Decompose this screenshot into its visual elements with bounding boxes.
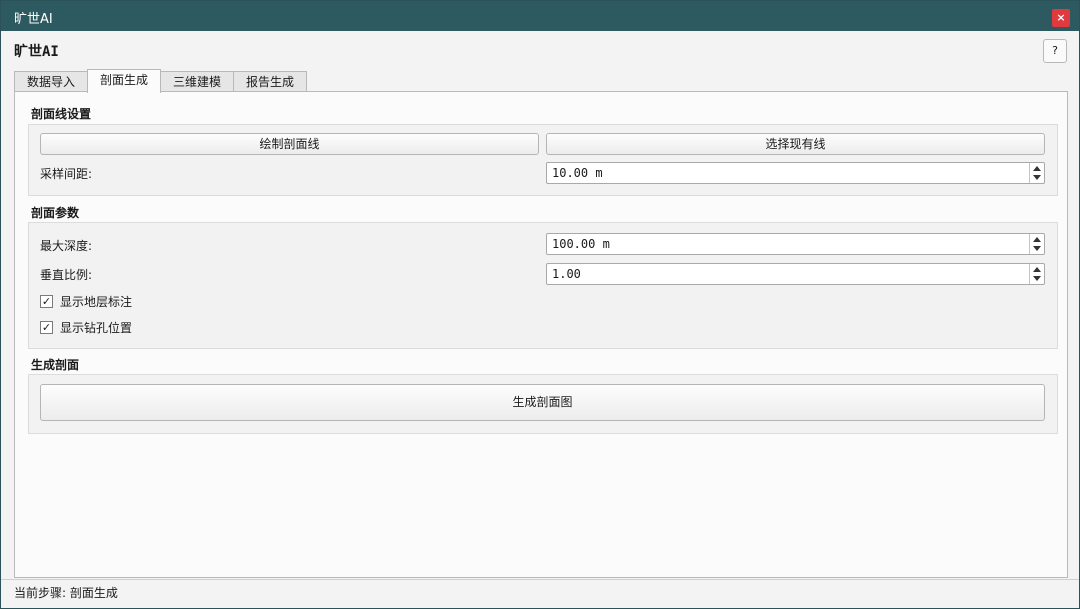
section-title-generate: 生成剖面: [31, 358, 80, 372]
vertical-scale-label: 垂直比例:: [40, 268, 93, 282]
title-bar[interactable]: 旷世AI ×: [1, 1, 1079, 31]
sampling-interval-spinbox[interactable]: 10.00 m: [546, 162, 1045, 184]
help-button[interactable]: ?: [1043, 39, 1067, 63]
show-layer-annotation-label: 显示地层标注: [60, 295, 133, 309]
tab-3d-modeling[interactable]: 三维建模: [160, 71, 235, 93]
spin-up-icon[interactable]: [1033, 237, 1041, 242]
spin-down-icon[interactable]: [1033, 276, 1041, 281]
window-title: 旷世AI: [14, 12, 53, 27]
sampling-interval-label: 采样间距:: [40, 167, 93, 181]
tab-bar: 数据导入 剖面生成 三维建模 报告生成: [14, 69, 308, 93]
spin-down-icon[interactable]: [1033, 246, 1041, 251]
close-button[interactable]: ×: [1052, 9, 1070, 27]
generate-profile-button[interactable]: 生成剖面图: [40, 384, 1045, 421]
profile-params-group: 最大深度: 100.00 m 垂直比例: 1.00 ✓ 显示地层标注 ✓ 显示钻…: [28, 222, 1058, 349]
select-existing-line-button[interactable]: 选择现有线: [546, 133, 1045, 155]
tab-report-generation[interactable]: 报告生成: [233, 71, 308, 93]
tab-panel: 剖面线设置 绘制剖面线 选择现有线 采样间距: 10.00 m 剖面参数 最大深…: [14, 91, 1068, 578]
status-bar-divider: [1, 579, 1079, 580]
max-depth-label: 最大深度:: [40, 239, 93, 253]
vertical-scale-spinbox[interactable]: 1.00: [546, 263, 1045, 285]
max-depth-value: 100.00 m: [552, 237, 610, 251]
tab-profile-generation[interactable]: 剖面生成: [87, 69, 162, 93]
vertical-scale-value: 1.00: [552, 267, 581, 281]
spin-up-icon[interactable]: [1033, 267, 1041, 272]
spin-arrows[interactable]: [1029, 264, 1044, 284]
show-layer-annotation-checkbox[interactable]: ✓ 显示地层标注: [40, 293, 132, 310]
app-title: 旷世AI: [14, 44, 59, 60]
spin-arrows[interactable]: [1029, 234, 1044, 254]
generate-group: 生成剖面图: [28, 374, 1058, 434]
tab-data-import[interactable]: 数据导入: [14, 71, 89, 93]
show-borehole-position-checkbox[interactable]: ✓ 显示钻孔位置: [40, 319, 132, 336]
spin-up-icon[interactable]: [1033, 166, 1041, 171]
profile-line-group: 绘制剖面线 选择现有线 采样间距: 10.00 m: [28, 124, 1058, 196]
section-title-profile-params: 剖面参数: [31, 206, 80, 220]
main-window: 旷世AI × 旷世AI ? 数据导入 剖面生成 三维建模 报告生成 剖面线设置 …: [0, 0, 1080, 609]
section-title-profile-line: 剖面线设置: [31, 107, 92, 121]
spin-arrows[interactable]: [1029, 163, 1044, 183]
sampling-interval-value: 10.00 m: [552, 166, 603, 180]
max-depth-spinbox[interactable]: 100.00 m: [546, 233, 1045, 255]
draw-profile-line-button[interactable]: 绘制剖面线: [40, 133, 539, 155]
show-borehole-position-label: 显示钻孔位置: [60, 321, 133, 335]
spin-down-icon[interactable]: [1033, 175, 1041, 180]
status-text: 当前步骤: 剖面生成: [14, 586, 118, 600]
checkmark-icon[interactable]: ✓: [40, 321, 53, 334]
checkmark-icon[interactable]: ✓: [40, 295, 53, 308]
